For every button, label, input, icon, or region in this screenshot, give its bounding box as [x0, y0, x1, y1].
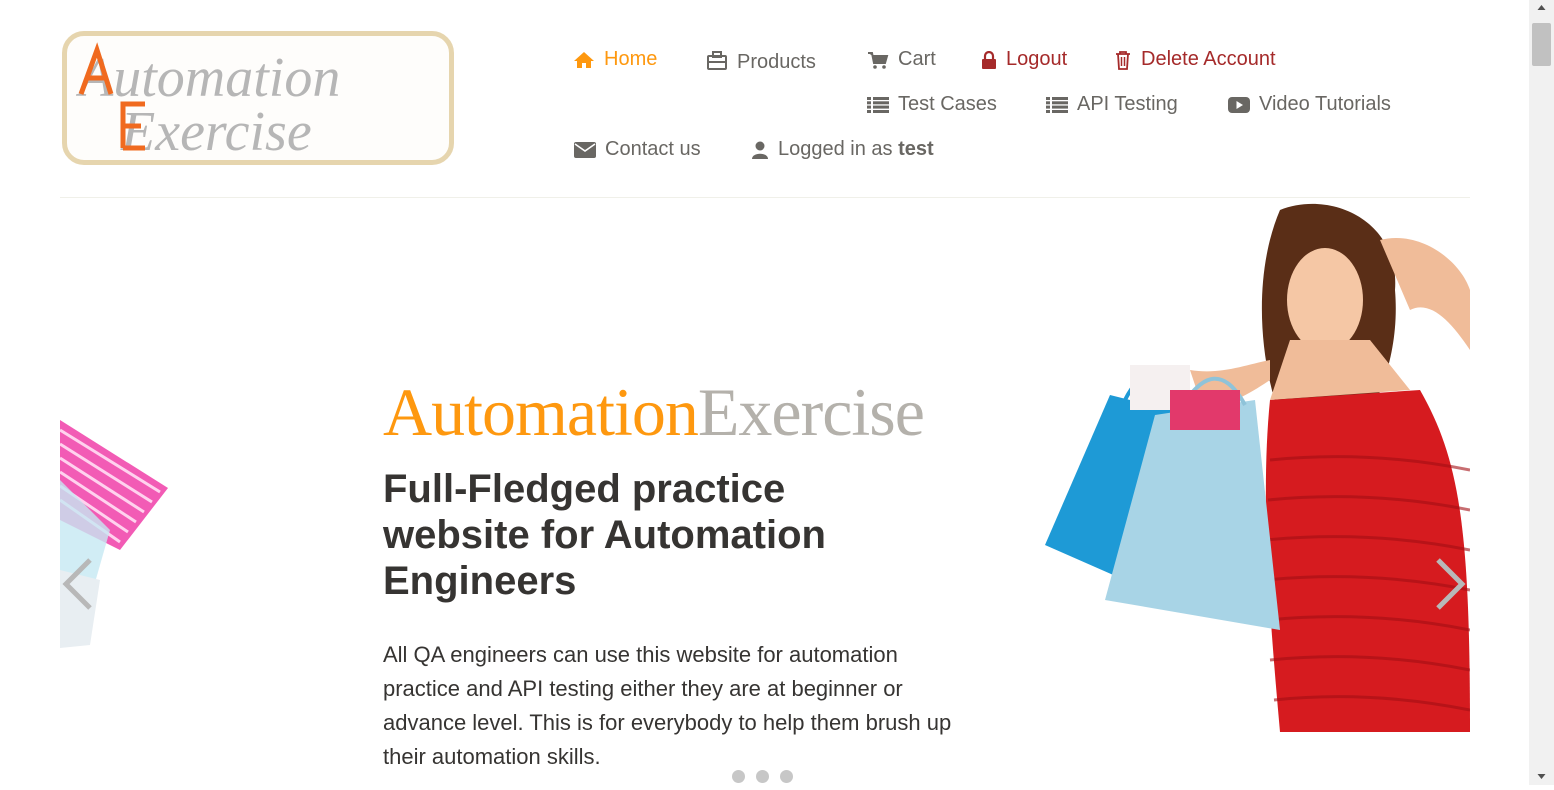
caret-up-icon [1537, 5, 1546, 10]
nav-api-testing-label: API Testing [1077, 93, 1178, 115]
nav-products-label: Products [737, 51, 816, 73]
list-icon [867, 96, 889, 113]
slide-description: All QA engineers can use this website fo… [383, 642, 952, 769]
nav-contact-us[interactable]: Contact us [574, 138, 701, 161]
nav-home-label: Home [604, 48, 658, 70]
list-icon [1046, 96, 1068, 113]
nav-delete-account-label: Delete Account [1141, 48, 1276, 70]
slide-hero-image [1030, 200, 1470, 732]
chevron-left-icon [62, 558, 92, 610]
logo-graphic: Automation Exercise [75, 42, 340, 160]
logged-in-text: Logged in as test [778, 138, 934, 161]
caret-down-icon [1537, 774, 1546, 779]
youtube-play-icon [1228, 96, 1250, 113]
carousel-next-button[interactable] [1432, 556, 1468, 617]
nav-test-cases-label: Test Cases [898, 93, 997, 115]
nav-products[interactable]: Products [706, 49, 816, 73]
nav-logged-in-user[interactable]: Logged in as test [751, 138, 934, 161]
scroll-down-button[interactable] [1529, 769, 1554, 785]
home-icon [574, 51, 594, 68]
scroll-up-button[interactable] [1529, 0, 1554, 16]
nav-video-tutorials[interactable]: Video Tutorials [1228, 93, 1391, 116]
chevron-right-icon [1436, 558, 1466, 610]
nav-logout-label: Logout [1006, 48, 1068, 70]
logged-in-prefix: Logged in as [778, 138, 893, 160]
brand-part-automation: Automation [383, 374, 699, 450]
slide-headline: Full-Fledged practice website for Automa… [383, 467, 826, 603]
carousel-indicators [732, 770, 793, 783]
brand-part-exercise: Exercise [697, 374, 925, 450]
logged-in-username: test [898, 138, 934, 160]
logo-line2: Exercise [120, 101, 312, 160]
user-icon [752, 141, 768, 159]
nav-delete-account[interactable]: Delete Account [1114, 48, 1276, 71]
vertical-scrollbar[interactable] [1529, 0, 1554, 785]
carousel-indicator-1[interactable] [732, 770, 745, 783]
nav-test-cases[interactable]: Test Cases [867, 93, 997, 116]
scrollbar-thumb[interactable] [1532, 23, 1551, 66]
nav-cart-label: Cart [898, 48, 936, 70]
cart-icon [868, 51, 889, 69]
site-logo[interactable]: Automation Exercise [62, 31, 454, 165]
trash-icon [1116, 50, 1130, 70]
header-divider [60, 197, 1470, 198]
envelope-icon [574, 142, 596, 158]
nav-contact-us-label: Contact us [605, 138, 701, 160]
nav-home[interactable]: Home [573, 48, 657, 71]
carousel-indicator-2[interactable] [756, 770, 769, 783]
carousel-indicator-3[interactable] [780, 770, 793, 783]
nav-logout[interactable]: Logout [981, 48, 1067, 71]
nav-video-tutorials-label: Video Tutorials [1259, 93, 1391, 115]
carousel-prev-button[interactable] [60, 556, 96, 617]
logo-line1: Automation [75, 47, 340, 109]
slide-brand-title: AutomationExercise [383, 370, 925, 454]
briefcase-icon [707, 50, 727, 70]
lock-icon [982, 50, 996, 69]
nav-api-testing[interactable]: API Testing [1046, 93, 1178, 116]
nav-cart[interactable]: Cart [867, 48, 936, 71]
